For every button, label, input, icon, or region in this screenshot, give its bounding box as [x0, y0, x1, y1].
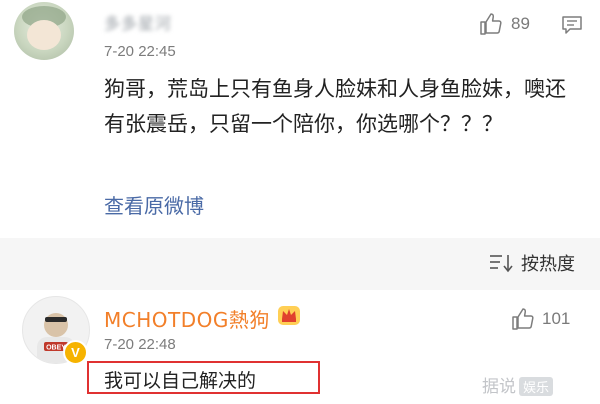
crown-icon: [278, 306, 300, 325]
sort-by-heat-button[interactable]: 按热度: [521, 250, 575, 276]
commenter-username[interactable]: 多多星河: [104, 10, 172, 34]
reply-like-count: 101: [542, 309, 571, 328]
thumbs-up-icon[interactable]: [479, 12, 503, 36]
commenter-avatar[interactable]: [14, 2, 74, 60]
verified-badge: V: [63, 340, 88, 365]
watermark: 据说 娱乐: [482, 372, 554, 397]
view-original-weibo-link[interactable]: 查看原微博: [104, 190, 204, 219]
avatar-face: [27, 20, 61, 50]
thumbs-up-icon[interactable]: [511, 307, 535, 331]
comment-text: 狗哥，荒岛上只有鱼身人脸妹和人身鱼脸妹，噢还有张震岳，只留一个陪你，你选哪个？？…: [104, 77, 566, 136]
reply-text: 我可以自己解决的: [104, 370, 257, 392]
comment-timestamp: 7-20 22:45: [104, 43, 176, 60]
reply-timestamp: 7-20 22:48: [104, 336, 176, 353]
watermark-text: 据说: [482, 377, 516, 397]
reply-username[interactable]: MCHOTDOG熱狗: [104, 304, 270, 333]
sort-icon[interactable]: [489, 253, 515, 273]
reply-comment-icon[interactable]: [561, 14, 583, 36]
watermark-tag: 娱乐: [519, 377, 554, 396]
comment-like-count: 89: [511, 14, 530, 33]
